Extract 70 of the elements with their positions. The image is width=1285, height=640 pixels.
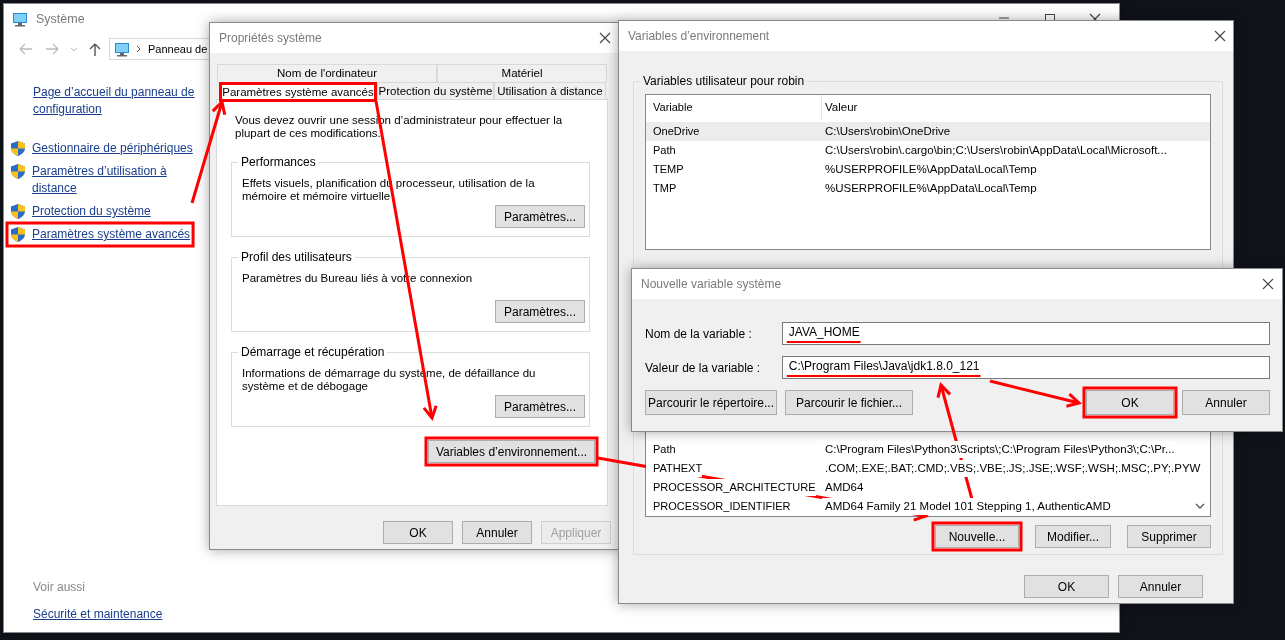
chevron-icon	[136, 45, 142, 53]
dialog-button[interactable]: Annuler	[462, 521, 532, 544]
table-cell-text: %USERPROFILE%\AppData\Local\Temp	[824, 180, 1037, 196]
dialog-button[interactable]: OK	[1024, 575, 1109, 598]
close-icon[interactable]	[599, 32, 611, 44]
settings-button[interactable]: Paramètres...	[495, 395, 585, 418]
scroll-down-icon[interactable]	[1195, 503, 1205, 510]
dialog-button[interactable]: OK	[383, 521, 453, 544]
group-title: Profil des utilisateurs	[238, 250, 355, 264]
browse-button[interactable]: Parcourir le répertoire...	[645, 390, 777, 415]
sidebar-link[interactable]: Page d’accueil du panneau de configuration	[33, 84, 204, 118]
shield-icon	[10, 203, 26, 220]
column-header[interactable]: Variable	[646, 95, 822, 120]
table-cell-text: C:\Users\robin\OneDrive	[824, 123, 951, 139]
list-row[interactable]: Path C:\Users\robin\.cargo\bin;C:\Users\robin\AppData\Local\Microsoft...	[646, 141, 1210, 160]
table-cell-text: TMP	[652, 181, 678, 197]
sidebar-link[interactable]: Gestionnaire de périphériques	[32, 140, 193, 157]
dialog-button[interactable]: Annuler	[1182, 390, 1270, 415]
dialog-title: Variables d’environnement	[628, 28, 770, 45]
variables-list[interactable]: Variable Valeur OneDrive C:\Users\robin\OneDrive Path C:\Users\robin\.cargo\bin;C:\Users\robin\AppData\Local\Microsoft... TEMP %USERPROFILE%\AppData\Local\Temp TMP %USERPROFILE%\AppData\Local\Temp	[645, 94, 1211, 250]
window-title: Système	[36, 10, 85, 28]
up-icon[interactable]	[88, 41, 102, 57]
tab[interactable]: Utilisation à distance	[494, 82, 606, 100]
computer-icon	[114, 41, 130, 57]
shield-icon	[10, 226, 26, 243]
table-cell: AMD64 Family 21 Model 101 Stepping 1, AuthenticAMD	[822, 497, 1111, 516]
tab[interactable]: Matériel	[437, 64, 607, 82]
list-row[interactable]: PROCESSOR_IDENTIFIER AMD64 Family 21 Model 101 Stepping 1, AuthenticAMD	[646, 497, 1210, 516]
list-row[interactable]: OneDrive C:\Users\robin\OneDrive	[646, 122, 1210, 141]
table-cell: C:\Program Files\Python3\Scripts\;C:\Program Files\Python3\;C:\Pr...	[822, 440, 1175, 459]
list-button[interactable]: Modifier...	[1035, 525, 1111, 548]
settings-button[interactable]: Paramètres...	[495, 205, 585, 228]
list-row[interactable]: TMP %USERPROFILE%\AppData\Local\Temp	[646, 179, 1210, 198]
list-row[interactable]: TEMP %USERPROFILE%\AppData\Local\Temp	[646, 160, 1210, 179]
sidebar-link[interactable]: Protection du système	[32, 203, 151, 220]
table-cell-text: Path	[652, 143, 677, 159]
input-field[interactable]: JAVA_HOME	[781, 322, 1270, 345]
browse-button[interactable]: Parcourir le fichier...	[785, 390, 913, 415]
tab[interactable]: Protection du système	[377, 82, 494, 100]
field-label: Valeur de la variable :	[645, 359, 762, 377]
table-cell-text: C:\Users\robin\.cargo\bin;C:\Users\robin\AppData\Local\Microsoft...	[824, 142, 1167, 158]
table-cell-text: %USERPROFILE%\AppData\Local\Temp	[824, 161, 1037, 177]
input-field[interactable]: C:\Program Files\Java\jdk1.8.0_121	[781, 356, 1270, 379]
tab[interactable]: Nom de l'ordinateur	[217, 64, 437, 82]
list-button[interactable]: Nouvelle...	[935, 525, 1019, 548]
shield-icon	[10, 163, 26, 180]
close-icon[interactable]	[1262, 278, 1274, 290]
list-row[interactable]: Path C:\Program Files\Python3\Scripts\;C:\Program Files\Python3\;C:\Pr...	[646, 440, 1210, 459]
list-row[interactable]: PATHEXT .COM;.EXE;.BAT;.CMD;.VBS;.VBE;.JS;.JSE;.WSF;.WSH;.MSC;.PY;.PYW	[646, 459, 1210, 478]
group-title: Performances	[238, 155, 319, 169]
shield-icon	[10, 140, 26, 157]
group-title: Démarrage et récupération	[238, 345, 388, 359]
column-header[interactable]: Valeur	[822, 98, 858, 117]
table-cell-text: OneDrive	[652, 124, 701, 140]
sidebar-link[interactable]: Paramètres d’utilisation à distance	[32, 163, 204, 197]
dialog-button[interactable]: Annuler	[1118, 575, 1203, 598]
environment-button[interactable]: Variables d’environnement...	[428, 440, 595, 463]
settings-button[interactable]: Paramètres...	[495, 300, 585, 323]
close-icon[interactable]	[1214, 30, 1226, 42]
list-button[interactable]: Supprimer	[1127, 525, 1211, 548]
dialog-title: Nouvelle variable système	[641, 276, 782, 293]
sidebar-link[interactable]: Sécurité et maintenance	[33, 606, 163, 623]
section-heading: Voir aussi	[33, 579, 87, 596]
computer-icon	[12, 11, 28, 27]
field-label: Nom de la variable :	[645, 325, 753, 343]
list-row[interactable]: PROCESSOR_ARCHITECTURE AMD64	[646, 478, 1210, 497]
group-title: Variables utilisateur pour robin	[640, 74, 808, 88]
dialog-button[interactable]: OK	[1086, 390, 1174, 415]
table-cell-text: TEMP	[652, 162, 685, 178]
sidebar-link[interactable]: Paramètres système avancés	[32, 226, 191, 243]
